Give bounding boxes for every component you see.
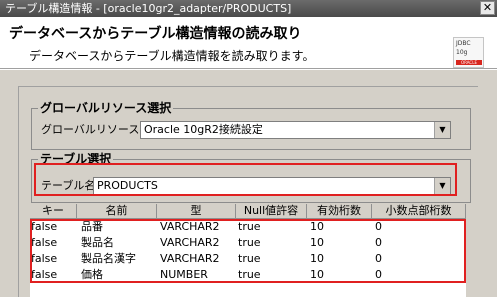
page-title: データベースからテーブル構造情報の読み取り — [9, 26, 302, 42]
global-resource-group-title: グローバルリソース選択 — [38, 100, 174, 116]
logo-text-10g: 10g — [456, 49, 468, 56]
window-title: テーブル構造情報 - [oracle10gr2_adapter/PRODUCTS… — [5, 2, 292, 15]
chevron-down-icon[interactable]: ▼ — [434, 122, 450, 138]
global-resource-select[interactable]: Oracle 10gR2接続設定 ▼ — [140, 121, 451, 139]
column-header-nullable[interactable]: Null値許容 — [236, 204, 307, 219]
columns-table-header: キー 名前 型 Null値許容 有効桁数 小数点部桁数 — [30, 204, 466, 219]
logo-text-oracle: ORACLE — [456, 60, 482, 65]
dialog-header: データベースからテーブル構造情報の読み取り データベースからテーブル構造情報を読… — [0, 17, 497, 68]
close-button[interactable]: ✕ — [480, 1, 495, 15]
column-header-precision[interactable]: 有効桁数 — [307, 204, 372, 219]
table-select-highlight — [34, 163, 457, 196]
global-resource-label: グローバルリソース名 — [41, 123, 151, 136]
global-resource-group: グローバルリソース選択 グローバルリソース名 Oracle 10gR2接続設定 … — [31, 100, 471, 150]
jdbc-oracle-logo-icon: JDBC 10g ORACLE — [453, 37, 484, 68]
rows-highlight — [30, 219, 466, 283]
column-header-type[interactable]: 型 — [157, 204, 236, 219]
close-icon: ✕ — [482, 1, 493, 14]
column-header-key[interactable]: キー — [30, 204, 77, 219]
column-header-scale[interactable]: 小数点部桁数 — [372, 204, 466, 219]
window-titlebar: テーブル構造情報 - [oracle10gr2_adapter/PRODUCTS… — [0, 0, 497, 17]
global-resource-value: Oracle 10gR2接続設定 — [144, 123, 263, 136]
page-description: データベースからテーブル構造情報を読み取ります。 — [29, 49, 315, 63]
logo-text-jdbc: JDBC — [456, 40, 471, 47]
column-header-name[interactable]: 名前 — [77, 204, 157, 219]
